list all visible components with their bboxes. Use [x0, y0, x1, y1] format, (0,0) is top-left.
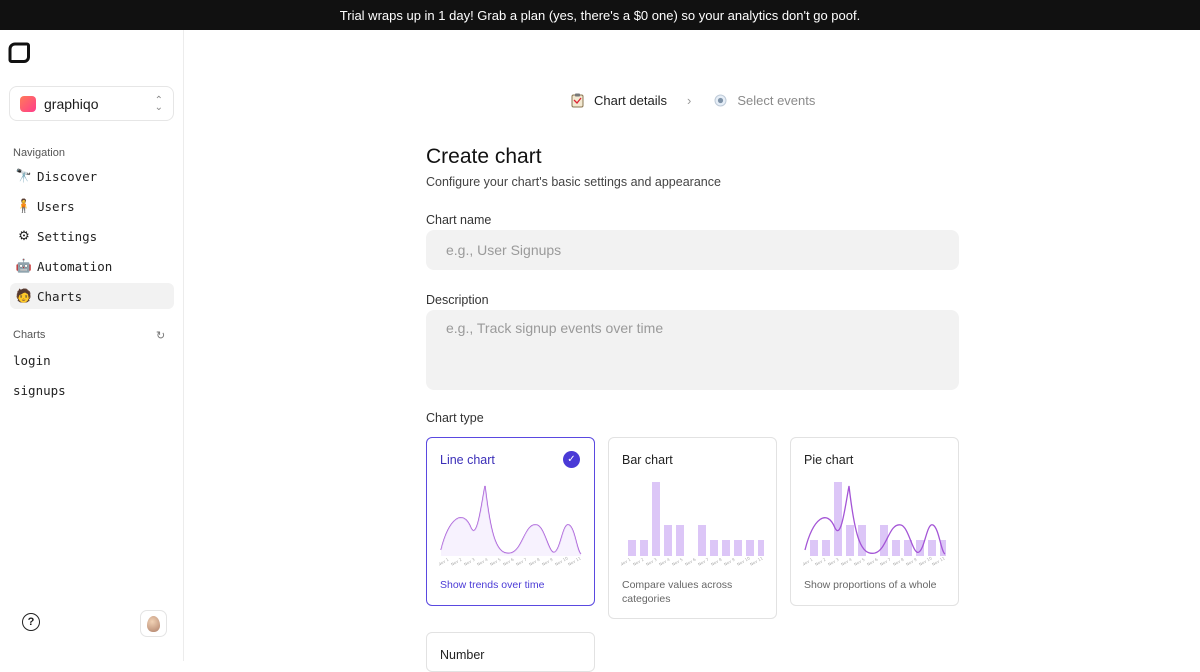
gear-icon: ⚙	[18, 228, 30, 243]
description-label: Description	[426, 293, 489, 307]
svg-text:Nov 4: Nov 4	[476, 556, 489, 566]
card-title: Line chart	[440, 453, 495, 467]
chart-type-bar-card[interactable]: Bar chart Nov 1 Nov 2 Nov 3 Nov 4 Nov 5 …	[608, 437, 777, 619]
svg-text:Nov 4: Nov 4	[840, 556, 853, 566]
page-subtitle: Configure your chart's basic settings an…	[426, 175, 721, 189]
svg-text:Nov 4: Nov 4	[658, 556, 671, 566]
svg-text:Nov 1: Nov 1	[803, 556, 814, 566]
nav-heading: Navigation	[13, 147, 65, 159]
bar-chart-preview-icon: Nov 1 Nov 2 Nov 3 Nov 4 Nov 5 Nov 6 Nov …	[621, 482, 764, 567]
card-description: Show proportions of a whole	[804, 579, 937, 591]
chart-link-login[interactable]: login	[13, 353, 51, 368]
app-logo-icon[interactable]	[8, 42, 30, 64]
svg-text:Nov 3: Nov 3	[463, 556, 476, 566]
egg-avatar-icon	[147, 615, 160, 632]
sidebar-item-charts[interactable]: 🧑 Charts	[10, 283, 174, 309]
step-label: Chart details	[594, 92, 667, 108]
svg-text:Nov 2: Nov 2	[632, 556, 645, 566]
svg-text:Nov 9: Nov 9	[905, 556, 918, 566]
card-title: Bar chart	[622, 453, 673, 467]
stepper: Chart details › Select events	[570, 90, 815, 110]
trial-banner: Trial wraps up in 1 day! Grab a plan (ye…	[0, 0, 1200, 30]
chevron-up-down-icon: ⌃ ⌄	[154, 94, 163, 113]
card-description: Compare values across categories	[622, 579, 733, 605]
sidebar-item-settings[interactable]: ⚙ Settings	[10, 223, 174, 249]
trial-banner-text: Trial wraps up in 1 day! Grab a plan (ye…	[339, 7, 861, 23]
sidebar-item-discover[interactable]: 🔭 Discover	[10, 163, 174, 189]
radio-dot-icon	[713, 93, 728, 108]
chevron-right-icon: ›	[686, 92, 692, 108]
chart-type-pie-card[interactable]: Pie chart Nov 1 Nov 2 Nov 3 Nov 4 Nov 5 …	[790, 437, 959, 606]
svg-text:Nov 11: Nov 11	[567, 555, 582, 567]
help-icon[interactable]: ?	[22, 613, 40, 631]
svg-text:Nov 8: Nov 8	[528, 556, 541, 566]
chart-type-line-card[interactable]: Line chart ✓ Nov 1 Nov 2 Nov 3 Nov 4 Nov…	[426, 437, 595, 606]
pie-chart-preview-icon: Nov 1 Nov 2 Nov 3 Nov 4 Nov 5 Nov 6 Nov …	[803, 482, 946, 567]
workspace-name: graphiqo	[44, 95, 99, 112]
svg-text:Nov 10: Nov 10	[554, 555, 569, 567]
svg-text:Nov 9: Nov 9	[723, 556, 736, 566]
svg-text:Nov 1: Nov 1	[439, 556, 450, 566]
svg-text:Nov 6: Nov 6	[502, 556, 515, 566]
sidebar-item-label: Automation	[37, 258, 113, 274]
user-avatar[interactable]	[140, 610, 167, 637]
checkmark-icon: ✓	[563, 451, 580, 468]
chart-name-input[interactable]	[426, 230, 959, 270]
chart-figure-icon: 🧑	[15, 288, 33, 303]
svg-text:Nov 7: Nov 7	[697, 556, 710, 566]
svg-text:Nov 7: Nov 7	[879, 556, 892, 566]
sidebar: graphiqo ⌃ ⌄ Navigation 🔭 Discover 🧍 User…	[0, 30, 184, 661]
sidebar-item-label: Settings	[37, 228, 98, 244]
user-icon: 🧍	[15, 198, 33, 213]
step-chart-details[interactable]: Chart details	[570, 93, 667, 108]
step-label: Select events	[737, 92, 816, 108]
svg-text:Nov 9: Nov 9	[541, 556, 554, 566]
svg-text:Nov 6: Nov 6	[866, 556, 879, 566]
line-chart-preview-icon: Nov 1 Nov 2 Nov 3 Nov 4 Nov 5 Nov 6 Nov …	[439, 485, 582, 567]
svg-text:Nov 11: Nov 11	[749, 555, 764, 567]
svg-text:Nov 8: Nov 8	[710, 556, 723, 566]
svg-text:Nov 10: Nov 10	[736, 555, 751, 567]
svg-text:Nov 3: Nov 3	[645, 556, 658, 566]
chart-link-signups[interactable]: signups	[13, 383, 66, 398]
binoculars-icon: 🔭	[15, 168, 33, 183]
card-title: Number	[440, 648, 485, 662]
charts-heading: Charts	[13, 329, 46, 341]
svg-text:Nov 5: Nov 5	[853, 556, 866, 566]
card-description: Show trends over time	[440, 579, 545, 591]
step-select-events[interactable]: Select events	[713, 93, 815, 108]
svg-text:Nov 10: Nov 10	[918, 555, 933, 567]
sidebar-item-label: Charts	[37, 288, 83, 304]
sidebar-item-automation[interactable]: 🤖 Automation	[10, 253, 174, 279]
card-title: Pie chart	[804, 453, 854, 467]
clipboard-icon	[570, 93, 585, 108]
svg-text:Nov 1: Nov 1	[621, 556, 632, 566]
svg-text:Nov 8: Nov 8	[892, 556, 905, 566]
svg-text:Nov 6: Nov 6	[684, 556, 697, 566]
sidebar-item-label: Users	[37, 198, 75, 214]
workspace-avatar	[20, 95, 36, 112]
svg-text:Nov 5: Nov 5	[489, 556, 502, 566]
sidebar-item-users[interactable]: 🧍 Users	[10, 193, 174, 219]
svg-text:Nov 2: Nov 2	[450, 556, 463, 566]
chart-type-number-card[interactable]: Number	[426, 632, 595, 672]
page-title: Create chart	[426, 145, 542, 168]
sidebar-item-label: Discover	[37, 168, 98, 184]
svg-text:Nov 5: Nov 5	[671, 556, 684, 566]
refresh-icon[interactable]: ↻	[156, 329, 165, 342]
robot-icon: 🤖	[15, 258, 33, 273]
svg-text:Nov 7: Nov 7	[515, 556, 528, 566]
description-input[interactable]	[426, 310, 959, 390]
chart-type-label: Chart type	[426, 411, 484, 425]
svg-text:Nov 2: Nov 2	[814, 556, 827, 566]
svg-text:Nov 3: Nov 3	[827, 556, 840, 566]
svg-text:Nov 11: Nov 11	[931, 555, 946, 567]
workspace-switcher[interactable]: graphiqo ⌃ ⌄	[9, 86, 174, 121]
chart-name-label: Chart name	[426, 213, 492, 227]
